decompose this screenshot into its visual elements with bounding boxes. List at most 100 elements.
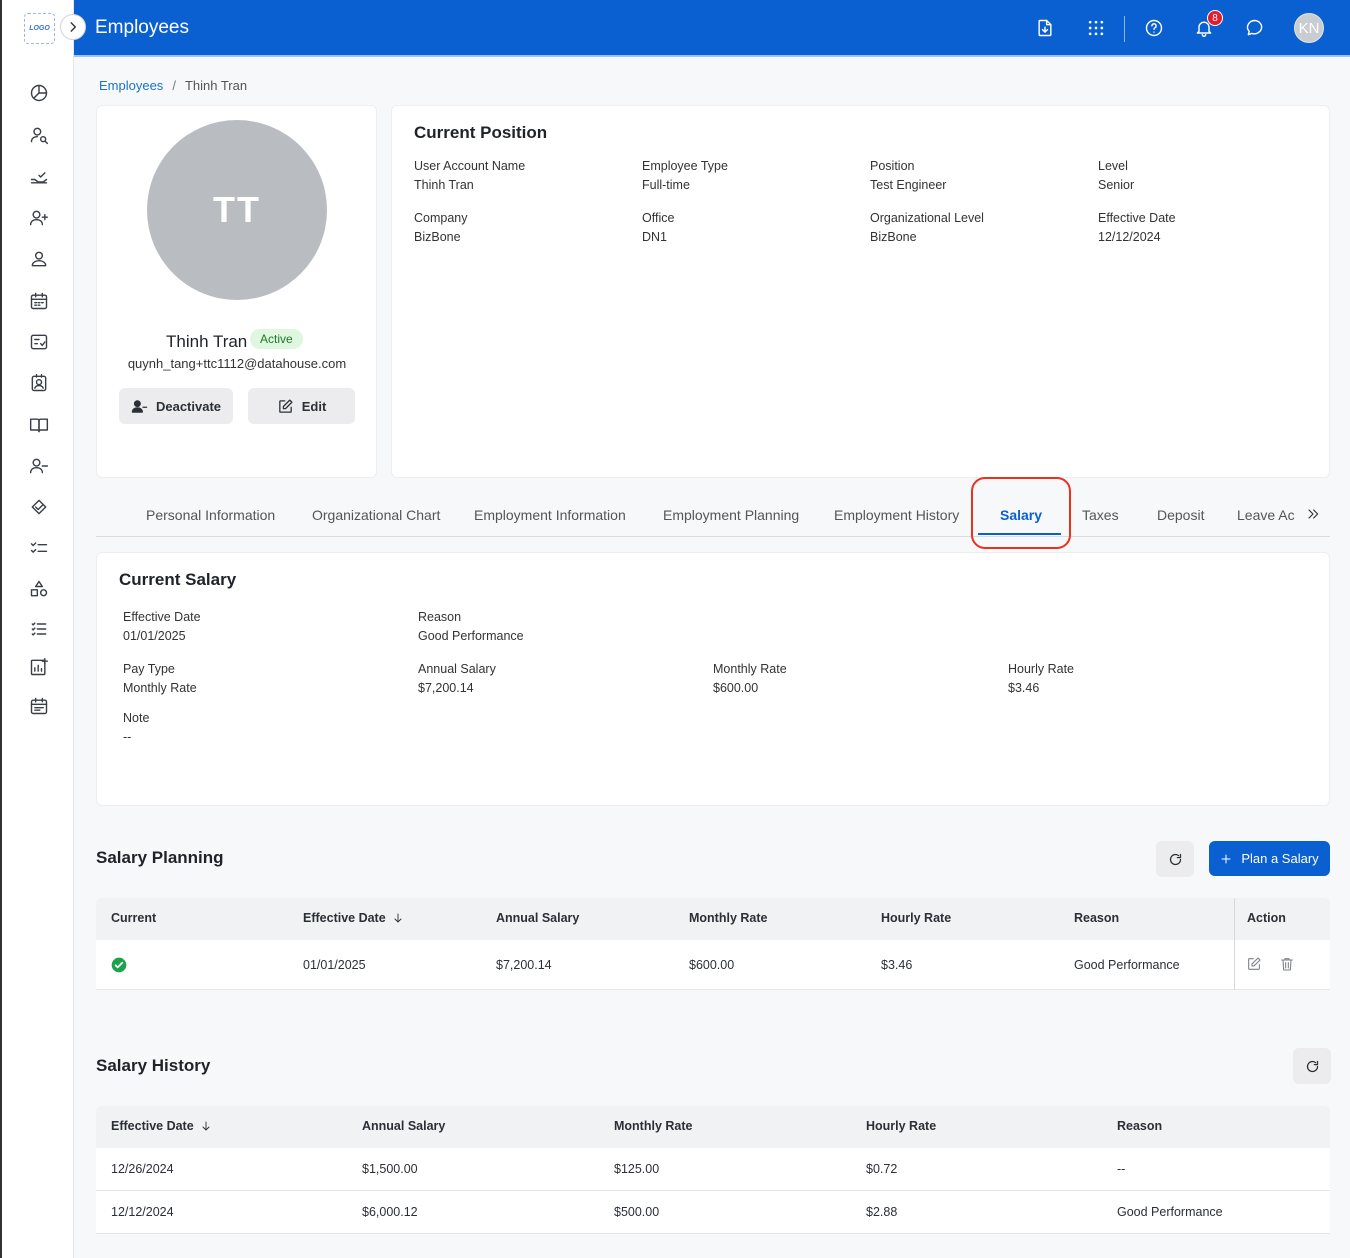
user-add-icon[interactable] — [28, 207, 50, 229]
column-header-sortable[interactable]: Effective Date — [303, 911, 404, 925]
edit-row-icon[interactable] — [1246, 956, 1262, 975]
tab-employment-planning[interactable]: Employment Planning — [663, 507, 799, 523]
field-value: Monthly Rate — [123, 681, 197, 695]
chat-icon[interactable] — [1244, 17, 1266, 39]
refresh-icon — [1306, 1060, 1318, 1072]
profile-email: quynh_tang+ttc1112@datahouse.com — [127, 356, 347, 371]
field-label: Hourly Rate — [1008, 662, 1074, 676]
hand-check-icon[interactable] — [28, 166, 50, 188]
column-header: Annual Salary — [496, 911, 580, 925]
chevron-right-icon — [70, 22, 77, 32]
field-label: Monthly Rate — [713, 662, 787, 676]
column-header: Monthly Rate — [689, 911, 768, 925]
logo[interactable]: LOGO — [24, 13, 55, 44]
tab-employment-information[interactable]: Employment Information — [474, 507, 626, 523]
sort-arrow-down-icon — [202, 1121, 210, 1131]
double-chevron-right-icon — [1308, 509, 1319, 519]
report-chart-icon[interactable] — [28, 656, 50, 678]
current-position-title: Current Position — [414, 123, 548, 142]
deactivate-label: Deactivate — [155, 398, 222, 414]
dashboard-pie-icon[interactable] — [28, 82, 50, 104]
field-label: Office — [642, 211, 675, 225]
delete-row-icon[interactable] — [1279, 956, 1295, 975]
tabs-scroll-right-button[interactable] — [1305, 506, 1321, 522]
table-header: Effective Date Annual Salary Monthly Rat… — [96, 1106, 1330, 1148]
salary-history-table: Effective Date Annual Salary Monthly Rat… — [96, 1106, 1330, 1234]
action-column-divider — [1234, 898, 1235, 990]
current-salary-card: Current Salary Effective Date 01/01/2025… — [96, 552, 1330, 806]
column-header-sortable[interactable]: Effective Date — [111, 1119, 212, 1133]
column-header: Current — [111, 911, 157, 925]
field-label: Note — [123, 711, 150, 725]
refresh-history-button[interactable] — [1293, 1048, 1331, 1084]
checklist-icon[interactable] — [28, 331, 50, 353]
column-header: Reason — [1074, 911, 1120, 925]
breadcrumb-current: Thinh Tran — [184, 78, 248, 93]
apps-grid-icon[interactable] — [1085, 17, 1107, 39]
ordered-list-icon[interactable] — [28, 618, 50, 640]
cell-monthly-rate: $125.00 — [614, 1162, 660, 1176]
field-label: User Account Name — [414, 159, 526, 173]
help-icon[interactable] — [1143, 17, 1165, 39]
plan-salary-label: Plan a Salary — [1241, 851, 1319, 866]
shapes-icon[interactable] — [28, 578, 50, 600]
breadcrumb: Employees / Thinh Tran — [99, 78, 247, 93]
column-header: Monthly Rate — [614, 1119, 693, 1133]
user-minus-icon — [131, 399, 148, 413]
field-label: Annual Salary — [418, 662, 496, 676]
book-icon[interactable] — [28, 414, 50, 436]
table-row: 12/26/2024 $1,500.00 $125.00 $0.72 -- — [96, 1148, 1330, 1191]
sort-arrow-down-icon — [394, 913, 402, 923]
breadcrumb-separator: / — [172, 78, 176, 93]
field-value: Full-time — [642, 178, 690, 192]
cell-monthly-rate: $500.00 — [614, 1205, 660, 1219]
breadcrumb-employees-link[interactable]: Employees — [99, 78, 163, 93]
salary-planning-title: Salary Planning — [96, 848, 224, 867]
field-value: 12/12/2024 — [1098, 230, 1161, 244]
refresh-planning-button[interactable] — [1156, 841, 1194, 877]
cell-annual-salary: $7,200.14 — [496, 958, 552, 972]
field-value: BizBone — [414, 230, 461, 244]
field-label: Reason — [418, 610, 462, 624]
tab-organizational-chart[interactable]: Organizational Chart — [312, 507, 440, 523]
tab-deposit[interactable]: Deposit — [1157, 507, 1204, 523]
tab-leave[interactable]: Leave Ac — [1237, 507, 1297, 523]
contact-card-icon[interactable] — [28, 372, 50, 394]
field-value: Senior — [1098, 178, 1135, 192]
cell-effective-date: 01/01/2025 — [303, 958, 366, 972]
user-icon[interactable] — [28, 248, 50, 270]
handshake-icon[interactable] — [28, 496, 50, 518]
field-label: Employee Type — [642, 159, 728, 173]
column-header: Action — [1247, 911, 1286, 925]
field-value: $7,200.14 — [418, 681, 474, 695]
sidebar-expand-button[interactable] — [60, 14, 86, 40]
edit-icon — [278, 398, 293, 413]
tab-personal-information[interactable]: Personal Information — [146, 507, 275, 523]
plan-salary-button[interactable]: Plan a Salary — [1209, 841, 1330, 876]
field-label: Level — [1098, 159, 1128, 173]
user-search-icon[interactable] — [28, 124, 50, 146]
download-document-icon[interactable] — [1034, 17, 1056, 39]
task-list-icon[interactable] — [28, 537, 50, 559]
user-remove-icon[interactable] — [28, 455, 50, 477]
tab-employment-history[interactable]: Employment History — [834, 507, 959, 523]
field-label: Position — [870, 159, 915, 173]
cell-effective-date: 12/26/2024 — [111, 1162, 174, 1176]
edit-profile-button[interactable]: Edit — [248, 388, 355, 424]
deactivate-button[interactable]: Deactivate — [119, 388, 233, 424]
field-value: Test Engineer — [870, 178, 947, 192]
schedule-icon[interactable] — [28, 695, 50, 717]
salary-history-title: Salary History — [96, 1056, 211, 1075]
user-avatar[interactable]: KN — [1294, 13, 1324, 43]
profile-avatar: TT — [147, 120, 327, 300]
field-value: DN1 — [642, 230, 668, 244]
cell-reason: Good Performance — [1117, 1205, 1223, 1219]
cell-hourly-rate: $0.72 — [866, 1162, 898, 1176]
table-row: 12/12/2024 $6,000.12 $500.00 $2.88 Good … — [96, 1191, 1330, 1234]
calendar-icon[interactable] — [28, 290, 50, 312]
cell-reason: -- — [1117, 1162, 1126, 1176]
field-value: Good Performance — [418, 629, 524, 643]
tab-taxes[interactable]: Taxes — [1082, 507, 1119, 523]
profile-name: Thinh Tran — [166, 332, 248, 351]
field-label: Company — [414, 211, 468, 225]
